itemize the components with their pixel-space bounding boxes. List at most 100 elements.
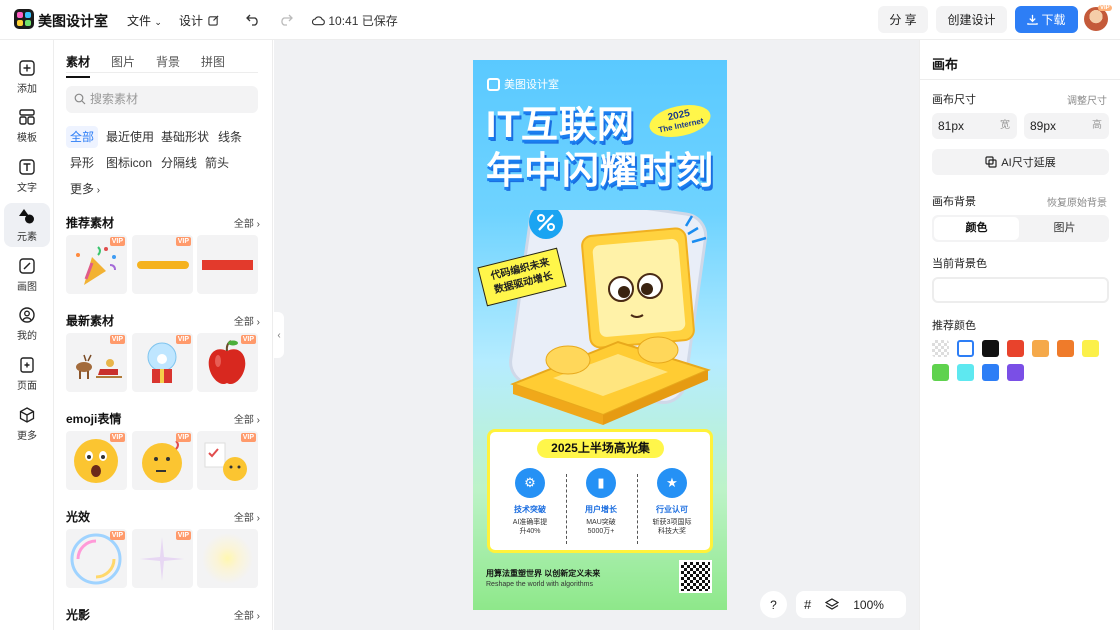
poster-canvas[interactable]: 美图设计室 IT互联网 年中闪耀时刻 2025 The Internet 代码编织… (473, 60, 727, 610)
color-swatch[interactable] (1032, 340, 1049, 357)
tab-backgrounds[interactable]: 背景 (156, 53, 180, 78)
chip-recent[interactable]: 最近使用 (102, 126, 158, 148)
bar-chart-icon: ▮ (586, 468, 616, 498)
rail-item-page[interactable]: 页面 (4, 352, 50, 396)
tab-images[interactable]: 图片 (111, 53, 135, 78)
seg-color[interactable]: 颜色 (934, 217, 1019, 240)
tab-collage[interactable]: 拼图 (201, 53, 225, 78)
rail-item-text[interactable]: 文字 (4, 154, 50, 198)
see-all-link[interactable]: 全部 › (234, 411, 260, 426)
search-input[interactable]: 搜索素材 (66, 86, 258, 113)
share-button[interactable]: 分 享 (878, 6, 928, 33)
color-swatch[interactable] (932, 364, 949, 381)
color-swatch[interactable] (932, 340, 949, 357)
properties-panel: 画布 画布尺寸 调整尺寸 81px 宽 89px 高 AI尺寸延展 画布背景 恢复原… (919, 40, 1120, 630)
rail-item-more[interactable]: 更多 (4, 402, 50, 446)
color-swatch[interactable] (957, 364, 974, 381)
collapse-panel-button[interactable]: ‹ (274, 312, 284, 358)
adjust-size-link[interactable]: 调整尺寸 (1067, 92, 1107, 107)
gear-icon: ⚙ (515, 468, 545, 498)
asset-red-apple[interactable]: VIP (197, 333, 258, 392)
seg-image[interactable]: 图片 (1022, 217, 1107, 240)
vip-badge: VIP (109, 237, 125, 246)
chip-dividers[interactable]: 分隔线 (157, 152, 201, 174)
cube-icon (19, 407, 35, 423)
rail-item-add[interactable]: 添加 (4, 55, 50, 99)
download-icon (1027, 14, 1039, 25)
section-title-recommended: 推荐素材 (66, 216, 115, 230)
section-title-light-effects: 光效 (66, 510, 91, 524)
asset-bubble[interactable]: VIP (66, 529, 127, 588)
chip-lines[interactable]: 线条 (214, 126, 246, 148)
card-title: 2025上半场高光集 (537, 439, 664, 458)
zoom-level[interactable]: 100% (853, 598, 884, 612)
feature-award: ★ 行业认可 斩获3项国际 科技大奖 (639, 468, 705, 536)
edit-icon (208, 15, 219, 26)
canvas-size-label: 画布尺寸 (932, 94, 976, 106)
color-swatch[interactable] (1082, 340, 1099, 357)
poster-slogan-en: Reshape the world with algorithms (486, 581, 593, 588)
asset-reindeer-sleigh[interactable]: VIP (66, 333, 127, 392)
section-title-emoji: emoji表情 (66, 412, 122, 426)
see-all-link[interactable]: 全部 › (234, 313, 260, 328)
see-all-link[interactable]: 全部 › (234, 607, 260, 622)
see-all-link[interactable]: 全部 › (234, 509, 260, 524)
current-bg-label: 当前背景色 (932, 258, 987, 270)
recommended-colors-label: 推荐颜色 (932, 320, 976, 332)
width-field[interactable]: 81px 宽 (932, 113, 1017, 139)
app-logo-icon (14, 9, 34, 29)
help-button[interactable]: ? (760, 591, 787, 618)
chip-arrows[interactable]: 箭头 (201, 152, 233, 174)
tool-rail: 添加 模板 文字 元素 画图 我的 页面 更多 (0, 40, 54, 630)
vip-badge: VIP (240, 433, 256, 442)
rail-item-element[interactable]: 元素 (4, 203, 50, 247)
asset-party-popper[interactable]: VIP (66, 235, 127, 294)
asset-emoji-scared[interactable]: VIP (66, 431, 127, 490)
color-swatch[interactable] (1007, 364, 1024, 381)
undo-icon[interactable] (246, 12, 260, 26)
color-swatch[interactable] (982, 340, 999, 357)
ai-extend-button[interactable]: AI尺寸延展 (932, 149, 1109, 175)
create-design-button[interactable]: 创建设计 (936, 6, 1007, 33)
chip-more[interactable]: 更多 › (66, 178, 104, 200)
asset-sparkle[interactable]: VIP (132, 529, 193, 588)
rail-item-template[interactable]: 模板 (4, 104, 50, 148)
asset-emoji-thinking[interactable]: VIP (132, 431, 193, 490)
vip-badge: VIP (109, 433, 125, 442)
color-swatch[interactable] (1007, 340, 1024, 357)
chip-irregular[interactable]: 异形 (66, 152, 98, 174)
current-bg-color[interactable] (932, 277, 1109, 303)
rail-item-mine[interactable]: 我的 (4, 302, 50, 346)
chip-icons[interactable]: 图标icon (102, 152, 156, 174)
color-swatch[interactable] (982, 364, 999, 381)
layers-icon[interactable] (825, 597, 840, 612)
chip-basic-shapes[interactable]: 基础形状 (157, 126, 213, 148)
app-name: 美图设计室 (38, 13, 108, 29)
color-swatch[interactable] (1057, 340, 1074, 357)
height-field[interactable]: 89px 高 (1024, 113, 1109, 139)
year-badge: 2025 The Internet (646, 99, 714, 143)
see-all-link[interactable]: 全部 › (234, 215, 260, 230)
file-menu[interactable]: 文件 ⌄ (127, 12, 162, 29)
restore-bg-link[interactable]: 恢复原始背景 (1047, 194, 1107, 209)
tab-divider (66, 72, 258, 73)
grid-icon[interactable]: # (804, 597, 811, 612)
divider (566, 474, 567, 544)
asset-yellow-brush[interactable]: VIP (132, 235, 193, 294)
asset-emoji-checklist[interactable]: VIP (197, 431, 258, 490)
asset-snow-globe[interactable]: VIP (132, 333, 193, 392)
element-icon (19, 209, 34, 224)
chip-all[interactable]: 全部 (66, 126, 99, 148)
redo-icon[interactable] (279, 12, 293, 26)
template-icon (19, 109, 35, 125)
color-swatch[interactable] (957, 340, 974, 357)
section-title-latest: 最新素材 (66, 314, 115, 328)
asset-glow[interactable] (197, 529, 258, 588)
rail-item-draw[interactable]: 画图 (4, 253, 50, 297)
page-icon (20, 357, 34, 373)
design-menu[interactable]: 设计 (179, 12, 219, 29)
download-button[interactable]: 下载 (1015, 6, 1078, 33)
divider (920, 79, 1120, 80)
tab-materials[interactable]: 素材 (66, 53, 91, 78)
asset-red-bar[interactable] (197, 235, 258, 294)
